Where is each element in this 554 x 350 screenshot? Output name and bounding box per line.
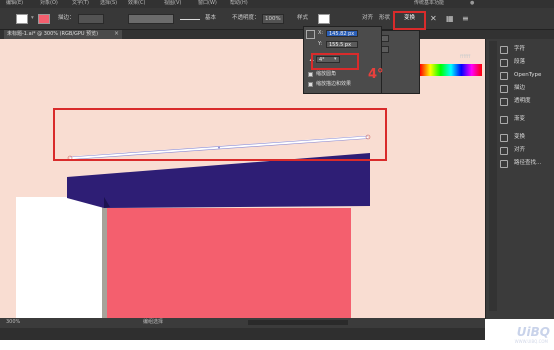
hex-value[interactable]: ffffff xyxy=(460,55,470,60)
panel-pathfinder[interactable]: 路径查找... xyxy=(514,160,541,167)
opentype-icon[interactable] xyxy=(500,72,508,80)
panel-transparency[interactable]: 透明度 xyxy=(514,98,531,105)
transform-icon[interactable] xyxy=(500,134,508,142)
horizontal-scrollbar[interactable] xyxy=(248,320,348,325)
y-label: Y: xyxy=(318,41,323,47)
angle-field-highlight xyxy=(311,53,359,70)
panel-character[interactable]: 字符 xyxy=(514,46,525,53)
panel-strip xyxy=(489,41,497,311)
watermark-url: WWW.UIBQ.COM xyxy=(514,339,548,344)
align-icon[interactable] xyxy=(500,147,508,155)
gradient-icon[interactable] xyxy=(500,116,508,124)
y-field[interactable]: 155.5 px xyxy=(326,41,358,48)
color-spectrum[interactable] xyxy=(420,64,482,76)
reference-point-icon[interactable] xyxy=(306,30,315,39)
artwork-svg xyxy=(67,134,371,208)
scale-strokes-checkbox[interactable] xyxy=(308,82,313,87)
purple-roof-shape[interactable] xyxy=(67,153,370,208)
pathfinder-icon[interactable] xyxy=(500,160,508,168)
transparency-icon[interactable] xyxy=(500,98,508,106)
panel-align[interactable]: 对齐 xyxy=(514,147,525,154)
watermark-logo: UiBQ xyxy=(516,325,550,339)
selection-mode[interactable]: 编组选择 xyxy=(143,320,163,325)
stroke-icon[interactable] xyxy=(500,85,508,93)
rotated-bar-highlight xyxy=(53,108,387,161)
x-label: X: xyxy=(318,30,324,36)
panel-opentype[interactable]: OpenType xyxy=(514,72,541,79)
angle-annotation: 4° xyxy=(368,67,384,82)
panel-gradient[interactable]: 渐变 xyxy=(514,116,525,123)
paragraph-icon[interactable] xyxy=(500,59,508,67)
status-bar: 300% 编组选择 xyxy=(0,318,485,328)
right-panel-dock: 字符 段落 OpenType 描边 透明度 渐变 变换 对齐 路径查找... xyxy=(485,39,554,319)
panel-stroke[interactable]: 描边 xyxy=(514,85,525,92)
character-icon[interactable] xyxy=(500,46,508,54)
scale-corners-label: 缩放圆角 xyxy=(316,71,337,77)
scale-corners-checkbox[interactable] xyxy=(308,72,313,77)
panel-transform[interactable]: 变换 xyxy=(514,134,525,141)
zoom-level[interactable]: 300% xyxy=(6,320,20,325)
x-field[interactable]: 145.82 px xyxy=(326,30,358,37)
scale-strokes-label: 缩放描边和效果 xyxy=(316,81,352,87)
panel-paragraph[interactable]: 段落 xyxy=(514,59,525,66)
